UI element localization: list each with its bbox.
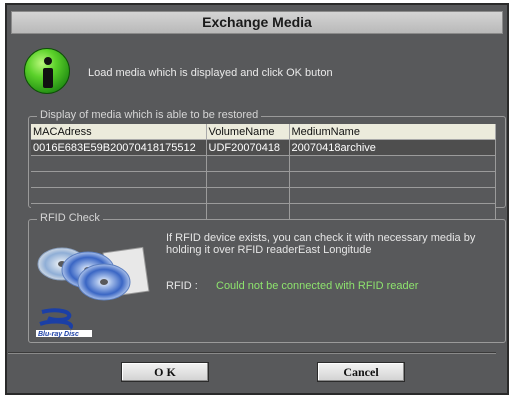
table-header-row: MACAdress VolumeName MediumName <box>31 124 496 140</box>
table-cell <box>206 171 290 188</box>
table-cell <box>289 203 496 220</box>
table-cell <box>31 187 207 204</box>
rfid-status-label: RFID : <box>166 280 198 292</box>
table-cell <box>31 155 207 172</box>
table-cell <box>206 155 290 172</box>
table-cell <box>31 171 207 188</box>
table-cell: UDF20070418 <box>206 139 290 156</box>
table-row[interactable]: 0016E683E59B20070418175512 UDF20070418 2… <box>31 139 496 156</box>
dialog-title-bar: Exchange Media <box>11 11 503 34</box>
restorable-media-legend: Display of media which is able to be res… <box>37 109 262 121</box>
rfid-description: If RFID device exists, you can check it … <box>166 232 476 256</box>
discs-image <box>37 246 150 301</box>
table-cell <box>289 155 496 172</box>
column-header-mediumname[interactable]: MediumName <box>289 124 496 140</box>
column-header-macaddress[interactable]: MACAdress <box>31 124 207 140</box>
bluray-logo: Blu-ray Disc <box>36 308 92 338</box>
rfid-check-legend: RFID Check <box>37 212 103 224</box>
button-separator <box>8 352 496 354</box>
svg-text:Blu-ray Disc: Blu-ray Disc <box>38 331 79 338</box>
info-icon <box>24 48 70 94</box>
table-row[interactable] <box>31 171 496 188</box>
cancel-button[interactable]: Cancel <box>317 362 405 382</box>
rfid-status-value: Could not be connected with RFID reader <box>216 280 419 292</box>
table-cell <box>206 187 290 204</box>
table-cell: 0016E683E59B20070418175512 <box>31 139 207 156</box>
table-cell: 20070418archive <box>289 139 496 156</box>
table-cell <box>289 187 496 204</box>
table-row[interactable] <box>31 187 496 204</box>
instruction-text: Load media which is displayed and click … <box>88 67 333 79</box>
column-header-volumename[interactable]: VolumeName <box>206 124 290 140</box>
table-cell <box>206 203 290 220</box>
table-cell <box>289 171 496 188</box>
table-row[interactable] <box>31 155 496 172</box>
ok-button[interactable]: O K <box>121 362 209 382</box>
dialog-title: Exchange Media <box>202 14 312 30</box>
media-table: MACAdress VolumeName MediumName 0016E683… <box>31 124 496 220</box>
